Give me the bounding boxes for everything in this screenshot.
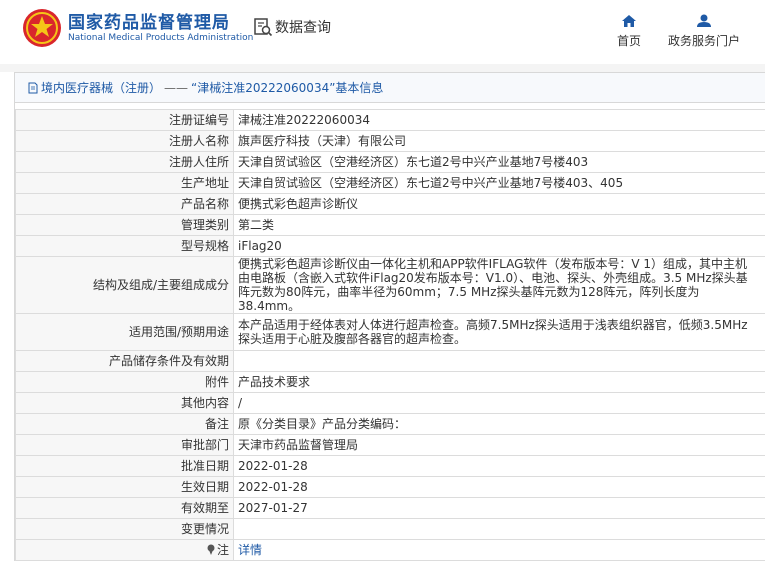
nav-service-portal[interactable]: 政务服务门户 <box>664 12 744 49</box>
field-value: 便携式彩色超声诊断仪 <box>234 194 765 215</box>
field-label: 审批部门 <box>16 435 234 456</box>
field-value: 天津自贸试验区（空港经济区）东七道2号中兴产业基地7号楼403 <box>234 152 765 173</box>
field-value: 原《分类目录》产品分类编码： <box>234 414 765 435</box>
table-row: 型号规格iFlag20 <box>16 236 765 257</box>
field-value: 产品技术要求 <box>234 372 765 393</box>
breadcrumb: 境内医疗器械（注册） —— “津械注准20222060034”基本信息 <box>15 73 765 103</box>
table-row: 注册证编号津械注准20222060034 <box>16 110 765 131</box>
field-value <box>234 519 765 540</box>
data-query-icon <box>253 17 273 37</box>
field-label: 备注 <box>16 414 234 435</box>
note-value-cell: 详情 <box>234 540 765 561</box>
field-value: 旗声医疗科技（天津）有限公司 <box>234 131 765 152</box>
note-label-cell: 注 <box>16 540 234 561</box>
field-label: 生产地址 <box>16 173 234 194</box>
brand-subtitle: National Medical Products Administration <box>68 33 253 43</box>
field-label: 产品储存条件及有效期 <box>16 351 234 372</box>
table-row: 结构及组成/主要组成成分便携式彩色超声诊断仪由一体化主机和APP软件IFLAG软… <box>16 257 765 314</box>
home-icon <box>612 12 646 30</box>
top-header: 国家药品监督管理局 National Medical Products Admi… <box>0 0 765 64</box>
table-row: 管理类别第二类 <box>16 215 765 236</box>
header-divider <box>0 64 765 72</box>
field-value: 天津市药品监督管理局 <box>234 435 765 456</box>
field-value <box>234 351 765 372</box>
detail-table: 注册证编号津械注准20222060034注册人名称旗声医疗科技（天津）有限公司注… <box>15 109 765 561</box>
nav-home[interactable]: 首页 <box>612 12 646 49</box>
note-label: 注 <box>217 543 229 557</box>
document-icon <box>27 82 39 94</box>
field-label: 注册证编号 <box>16 110 234 131</box>
table-row: 产品名称便携式彩色超声诊断仪 <box>16 194 765 215</box>
pin-icon <box>206 544 216 555</box>
field-label: 结构及组成/主要组成成分 <box>16 257 234 314</box>
field-label: 注册人名称 <box>16 131 234 152</box>
table-row: 注册人名称旗声医疗科技（天津）有限公司 <box>16 131 765 152</box>
field-label: 管理类别 <box>16 215 234 236</box>
field-label: 生效日期 <box>16 477 234 498</box>
field-label: 产品名称 <box>16 194 234 215</box>
field-value: 津械注准20222060034 <box>234 110 765 131</box>
field-label: 有效期至 <box>16 498 234 519</box>
data-query-link[interactable]: 数据查询 <box>253 16 331 38</box>
field-value: / <box>234 393 765 414</box>
table-row: 生产地址天津自贸试验区（空港经济区）东七道2号中兴产业基地7号楼403、405 <box>16 173 765 194</box>
brand-title: 国家药品监督管理局 <box>68 8 230 33</box>
table-row-note: 注详情 <box>16 540 765 561</box>
field-value: 便携式彩色超声诊断仪由一体化主机和APP软件IFLAG软件（发布版本号：V 1）… <box>234 257 765 314</box>
field-value: 第二类 <box>234 215 765 236</box>
field-label: 型号规格 <box>16 236 234 257</box>
table-row: 有效期至2027-01-27 <box>16 498 765 519</box>
field-value: 本产品适用于经体表对人体进行超声检查。高频7.5MHz探头适用于浅表组织器官，低… <box>234 314 765 351</box>
field-label: 变更情况 <box>16 519 234 540</box>
breadcrumb-separator: —— <box>164 81 188 95</box>
details-link[interactable]: 详情 <box>238 543 262 557</box>
table-row: 备注原《分类目录》产品分类编码： <box>16 414 765 435</box>
table-row: 产品储存条件及有效期 <box>16 351 765 372</box>
nmpa-emblem-icon <box>22 8 62 48</box>
table-row: 附件产品技术要求 <box>16 372 765 393</box>
field-value: 2022-01-28 <box>234 456 765 477</box>
detail-card: 境内医疗器械（注册） —— “津械注准20222060034”基本信息 注册证编… <box>14 72 765 561</box>
table-row: 批准日期2022-01-28 <box>16 456 765 477</box>
field-label: 适用范围/预期用途 <box>16 314 234 351</box>
breadcrumb-section[interactable]: 境内医疗器械（注册） <box>41 79 161 96</box>
user-icon <box>664 12 744 30</box>
nav-home-label: 首页 <box>612 32 646 49</box>
nav-service-label: 政务服务门户 <box>664 32 744 49</box>
field-value: 天津自贸试验区（空港经济区）东七道2号中兴产业基地7号楼403、405 <box>234 173 765 194</box>
table-row: 其他内容/ <box>16 393 765 414</box>
field-label: 其他内容 <box>16 393 234 414</box>
table-row: 适用范围/预期用途本产品适用于经体表对人体进行超声检查。高频7.5MHz探头适用… <box>16 314 765 351</box>
table-row: 注册人住所天津自贸试验区（空港经济区）东七道2号中兴产业基地7号楼403 <box>16 152 765 173</box>
breadcrumb-title: “津械注准20222060034”基本信息 <box>191 79 383 96</box>
field-label: 批准日期 <box>16 456 234 477</box>
field-label: 注册人住所 <box>16 152 234 173</box>
field-value: iFlag20 <box>234 236 765 257</box>
table-row: 生效日期2022-01-28 <box>16 477 765 498</box>
data-query-label: 数据查询 <box>275 17 331 37</box>
field-label: 附件 <box>16 372 234 393</box>
field-value: 2022-01-28 <box>234 477 765 498</box>
table-row: 审批部门天津市药品监督管理局 <box>16 435 765 456</box>
field-value: 2027-01-27 <box>234 498 765 519</box>
table-row: 变更情况 <box>16 519 765 540</box>
